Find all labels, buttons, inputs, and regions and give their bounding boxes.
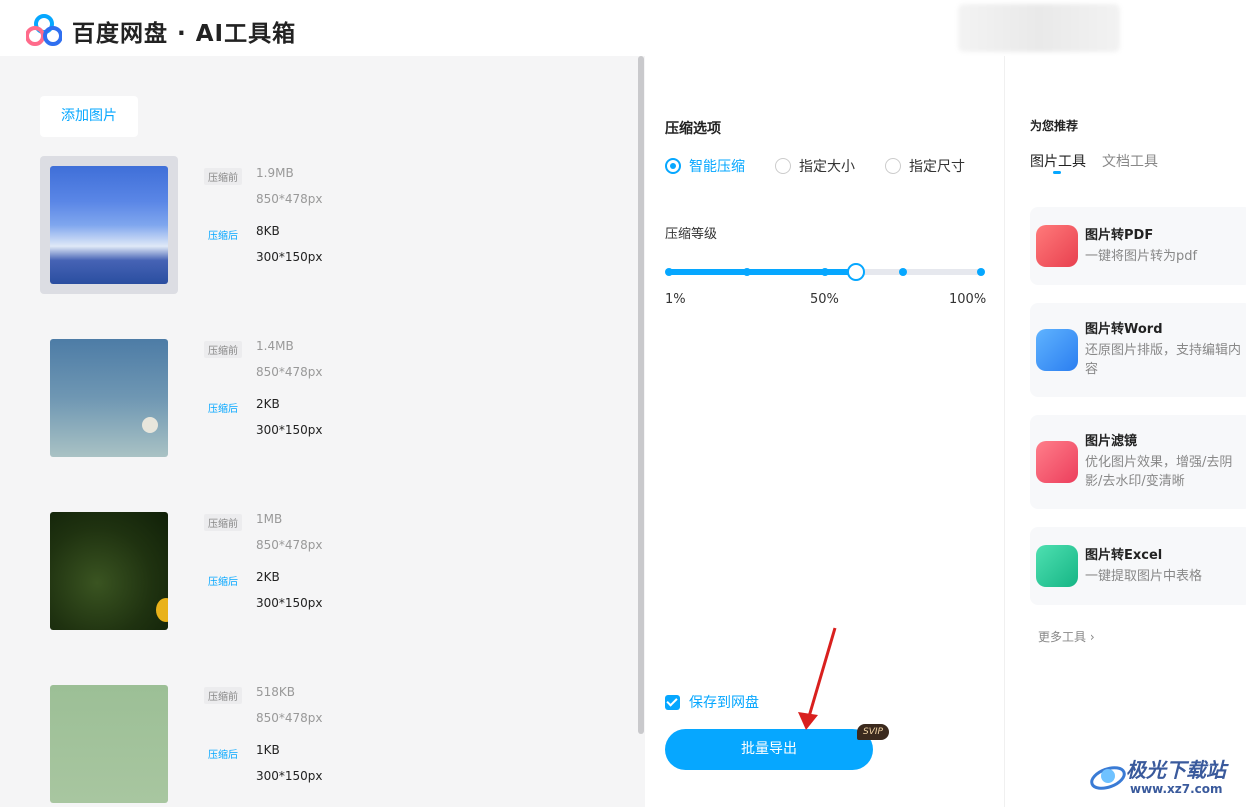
- level-title: 压缩等级: [665, 227, 718, 242]
- slider-step-dot[interactable]: [821, 268, 829, 276]
- thumbnail-frame: [40, 502, 178, 640]
- radio-specify-size[interactable]: 指定大小: [775, 156, 855, 176]
- before-dimension: 850*478px: [256, 365, 323, 379]
- radio-label: 指定大小: [799, 159, 855, 175]
- after-tag: 压缩后: [208, 231, 238, 242]
- radio-label: 智能压缩: [689, 159, 745, 175]
- tab-underline: [1053, 171, 1061, 174]
- add-image-button[interactable]: 添加图片: [40, 96, 138, 137]
- thumbnail-moon-sky: [50, 339, 168, 457]
- image-to-word-icon: [1036, 329, 1078, 371]
- tab-document-tools[interactable]: 文档工具: [1102, 151, 1158, 171]
- save-label: 保存到网盘: [689, 695, 759, 711]
- tool-desc: 一键将图片转为pdf: [1085, 249, 1198, 264]
- slider-step-dot[interactable]: [665, 268, 673, 276]
- options-title: 压缩选项: [665, 121, 721, 137]
- after-tag: 压缩后: [208, 577, 238, 588]
- tool-card-image-to-pdf[interactable]: 图片转PDF 一键将图片转为pdf: [1030, 207, 1246, 285]
- red-arrow-annotation: [798, 627, 837, 730]
- after-tag: 压缩后: [208, 750, 238, 761]
- app-title: 百度网盘 · AI工具箱: [72, 21, 297, 47]
- before-tag: 压缩前: [204, 687, 242, 704]
- compress-level-slider[interactable]: [665, 263, 985, 281]
- slider-step-dot[interactable]: [899, 268, 907, 276]
- user-area-blurred[interactable]: [958, 4, 1120, 52]
- tool-desc: 一键提取图片中表格: [1085, 569, 1203, 584]
- before-size: 518KB: [256, 685, 296, 699]
- thumbnail-snowy-mountain: [50, 166, 168, 284]
- thumbnail-frame: [40, 156, 178, 294]
- image-list-panel: 添加图片 压缩前 1.9MB 850*478px 压缩后 8KB 300*150…: [0, 56, 645, 807]
- tool-card-image-to-word[interactable]: 图片转Word 还原图片排版，支持编辑内容: [1030, 303, 1246, 397]
- before-dimension: 850*478px: [256, 192, 323, 206]
- slider-step-dot[interactable]: [977, 268, 985, 276]
- watermark-url: www.xz7.com: [1130, 782, 1223, 796]
- slider-step-dot[interactable]: [743, 268, 751, 276]
- tool-desc: 还原图片排版，支持编辑内容: [1085, 343, 1242, 377]
- image-list-item[interactable]: 压缩前 518KB 850*478px 压缩后 1KB 300*150px: [40, 675, 440, 807]
- image-list-item[interactable]: 压缩前 1MB 850*478px 压缩后 2KB 300*150px: [40, 502, 440, 642]
- app-header: 百度网盘 · AI工具箱: [0, 0, 1246, 56]
- save-to-netdisk-row[interactable]: 保存到网盘: [665, 692, 759, 712]
- after-size: 8KB: [256, 224, 280, 238]
- image-to-excel-icon: [1036, 545, 1078, 587]
- radio-circle[interactable]: [885, 158, 901, 174]
- before-dimension: 850*478px: [256, 711, 323, 725]
- more-tools-link[interactable]: 更多工具 ›: [1038, 628, 1095, 645]
- before-size: 1MB: [256, 512, 283, 526]
- tool-name: 图片转Word: [1085, 322, 1163, 337]
- tool-name: 图片滤镜: [1085, 434, 1138, 449]
- thumbnail-frame: [40, 675, 178, 807]
- before-size: 1.9MB: [256, 166, 294, 180]
- tool-desc: 优化图片效果，增强/去阴影/去水印/变清晰: [1085, 455, 1233, 489]
- image-to-pdf-icon: [1036, 225, 1078, 267]
- tab-image-tools[interactable]: 图片工具: [1030, 151, 1086, 171]
- after-dimension: 300*150px: [256, 250, 323, 264]
- radio-circle[interactable]: [665, 158, 681, 174]
- save-checkbox[interactable]: [665, 694, 680, 710]
- before-tag: 压缩前: [204, 514, 242, 531]
- after-size: 1KB: [256, 743, 280, 757]
- thumbnail-pale-green: [50, 685, 168, 803]
- svip-badge: SVIP: [857, 724, 889, 740]
- radio-label: 指定尺寸: [909, 159, 965, 175]
- image-list-item[interactable]: 压缩前 1.9MB 850*478px 压缩后 8KB 300*150px: [40, 156, 440, 296]
- radio-circle[interactable]: [775, 158, 791, 174]
- after-dimension: 300*150px: [256, 423, 323, 437]
- site-watermark: 极光下载站 www.xz7.com: [1088, 752, 1238, 802]
- radio-smart-compress[interactable]: 智能压缩: [665, 156, 745, 176]
- before-tag: 压缩前: [204, 341, 242, 358]
- after-dimension: 300*150px: [256, 596, 323, 610]
- level-label-min: 1%: [665, 292, 686, 307]
- before-size: 1.4MB: [256, 339, 294, 353]
- after-tag: 压缩后: [208, 404, 238, 415]
- recommend-title: 为您推荐: [1030, 119, 1079, 133]
- thumbnail-frame: [40, 329, 178, 467]
- level-label-mid: 50%: [810, 292, 839, 307]
- thumbnail-dark-green: [50, 512, 168, 630]
- tool-name: 图片转Excel: [1085, 548, 1163, 563]
- before-dimension: 850*478px: [256, 538, 323, 552]
- tool-card-image-filter[interactable]: 图片滤镜 优化图片效果，增强/去阴影/去水印/变清晰: [1030, 415, 1246, 509]
- after-dimension: 300*150px: [256, 769, 323, 783]
- baidu-netdisk-logo: [26, 14, 62, 46]
- image-list-item[interactable]: 压缩前 1.4MB 850*478px 压缩后 2KB 300*150px: [40, 329, 440, 469]
- level-label-max: 100%: [949, 292, 987, 307]
- magic-wand-icon: [1036, 441, 1078, 483]
- slider-handle[interactable]: [847, 263, 866, 281]
- before-tag: 压缩前: [204, 168, 242, 185]
- tool-card-image-to-excel[interactable]: 图片转Excel 一键提取图片中表格: [1030, 527, 1246, 605]
- after-size: 2KB: [256, 570, 280, 584]
- watermark-name: 极光下载站: [1126, 758, 1226, 782]
- after-size: 2KB: [256, 397, 280, 411]
- radio-specify-dimension[interactable]: 指定尺寸: [885, 156, 965, 176]
- recommend-panel: 为您推荐 图片工具 文档工具 图片转PDF 一键将图片转为pdf 图片转Word…: [1006, 56, 1246, 807]
- list-scrollbar[interactable]: [638, 56, 644, 734]
- watermark-logo-icon: [1090, 766, 1126, 790]
- tool-name: 图片转PDF: [1085, 228, 1154, 243]
